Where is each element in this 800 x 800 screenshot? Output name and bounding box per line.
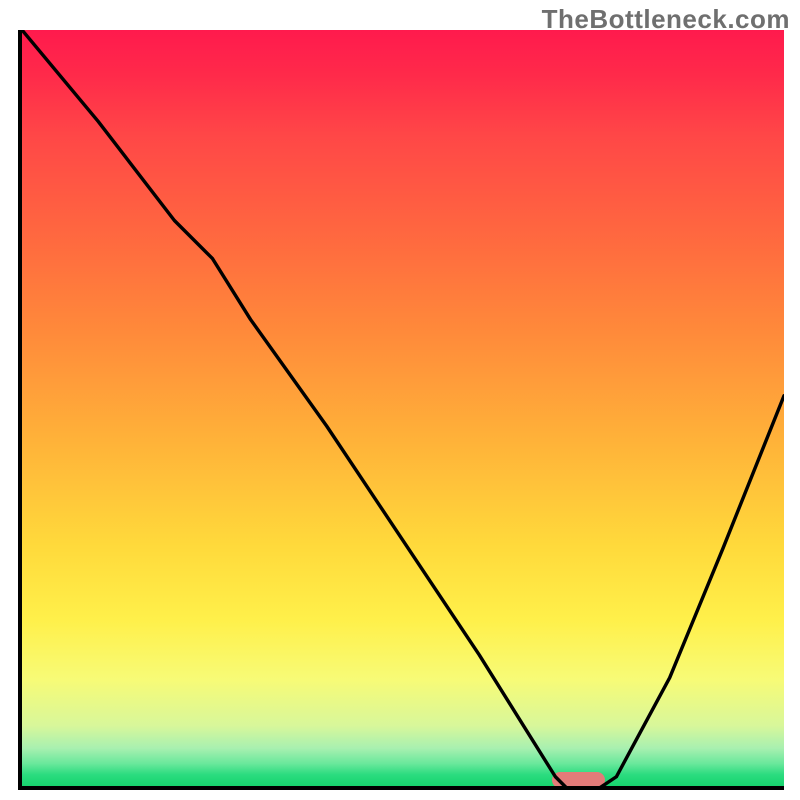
- chart-canvas: TheBottleneck.com: [0, 0, 800, 800]
- axes-frame: [18, 30, 784, 790]
